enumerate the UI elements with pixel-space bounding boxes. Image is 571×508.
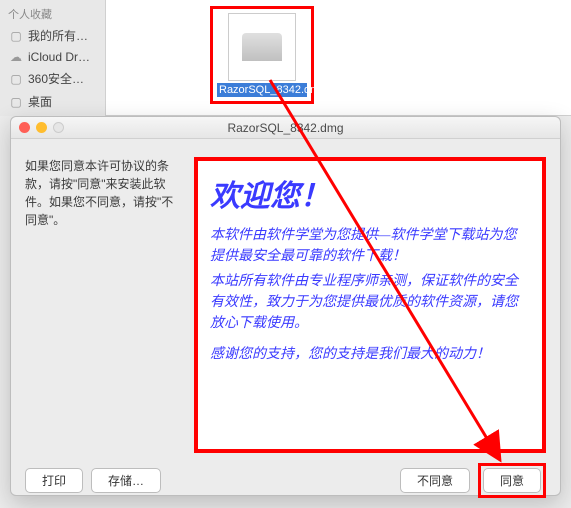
license-paragraph: 本站所有软件由专业程序师亲测，保证软件的安全有效性，致力于为您提供最优质的软件资… [210, 271, 530, 334]
sidebar-item-all-my-files[interactable]: ▢ 我的所有… [0, 24, 105, 47]
folder-icon: ▢ [8, 95, 24, 109]
license-paragraph: 本软件由软件学堂为您提供—软件学堂下载站为您提供最安全最可靠的软件下载！ [210, 225, 530, 267]
file-highlight-box: RazorSQL_8342.dmg [210, 6, 314, 104]
print-button[interactable]: 打印 [25, 468, 83, 493]
sidebar-item-label: 我的所有… [28, 27, 88, 44]
dialog-titlebar: RazorSQL_8342.dmg [11, 117, 560, 139]
file-item[interactable]: RazorSQL_8342.dmg [210, 6, 314, 104]
instruction-text: 如果您同意本许可协议的条款，请按"同意"来安装此软件。如果您不同意，请按"不同意… [25, 157, 180, 453]
sidebar-item-label: 360安全… [28, 70, 84, 87]
license-heading: 欢迎您！ [210, 171, 530, 215]
cloud-icon: ☁ [8, 50, 24, 64]
agree-button[interactable]: 同意 [483, 468, 541, 493]
finder-sidebar: 个人收藏 ▢ 我的所有… ☁ iCloud Dr… ▢ 360安全… ▢ 桌面 [0, 0, 106, 116]
license-dialog: RazorSQL_8342.dmg 如果您同意本许可协议的条款，请按"同意"来安… [10, 116, 561, 496]
folder-icon: ▢ [8, 72, 24, 86]
folder-icon: ▢ [8, 29, 24, 43]
dialog-button-row: 打印 存储… 不同意 同意 [11, 457, 560, 508]
window-controls [19, 122, 64, 133]
sidebar-section-header: 个人收藏 [0, 4, 105, 24]
sidebar-item-360[interactable]: ▢ 360安全… [0, 67, 105, 90]
dialog-title: RazorSQL_8342.dmg [227, 121, 343, 135]
sidebar-item-icloud[interactable]: ☁ iCloud Dr… [0, 47, 105, 67]
file-name-label: RazorSQL_8342.dmg [217, 83, 307, 97]
sidebar-item-label: 桌面 [28, 93, 52, 110]
license-body-text: 本软件由软件学堂为您提供—软件学堂下载站为您提供最安全最可靠的软件下载！ 本站所… [210, 225, 530, 365]
sidebar-item-label: iCloud Dr… [28, 50, 90, 64]
dmg-icon [228, 13, 296, 81]
license-content-box: 欢迎您！ 本软件由软件学堂为您提供—软件学堂下载站为您提供最安全最可靠的软件下载… [194, 157, 546, 453]
license-paragraph: 感谢您的支持，您的支持是我们最大的动力！ [210, 344, 530, 365]
minimize-icon[interactable] [36, 122, 47, 133]
save-button[interactable]: 存储… [91, 468, 161, 493]
sidebar-item-desktop[interactable]: ▢ 桌面 [0, 90, 105, 113]
disagree-button[interactable]: 不同意 [400, 468, 470, 493]
zoom-icon [53, 122, 64, 133]
close-icon[interactable] [19, 122, 30, 133]
agree-highlight-box: 同意 [478, 463, 546, 498]
finder-window: 个人收藏 ▢ 我的所有… ☁ iCloud Dr… ▢ 360安全… ▢ 桌面 … [0, 0, 571, 116]
